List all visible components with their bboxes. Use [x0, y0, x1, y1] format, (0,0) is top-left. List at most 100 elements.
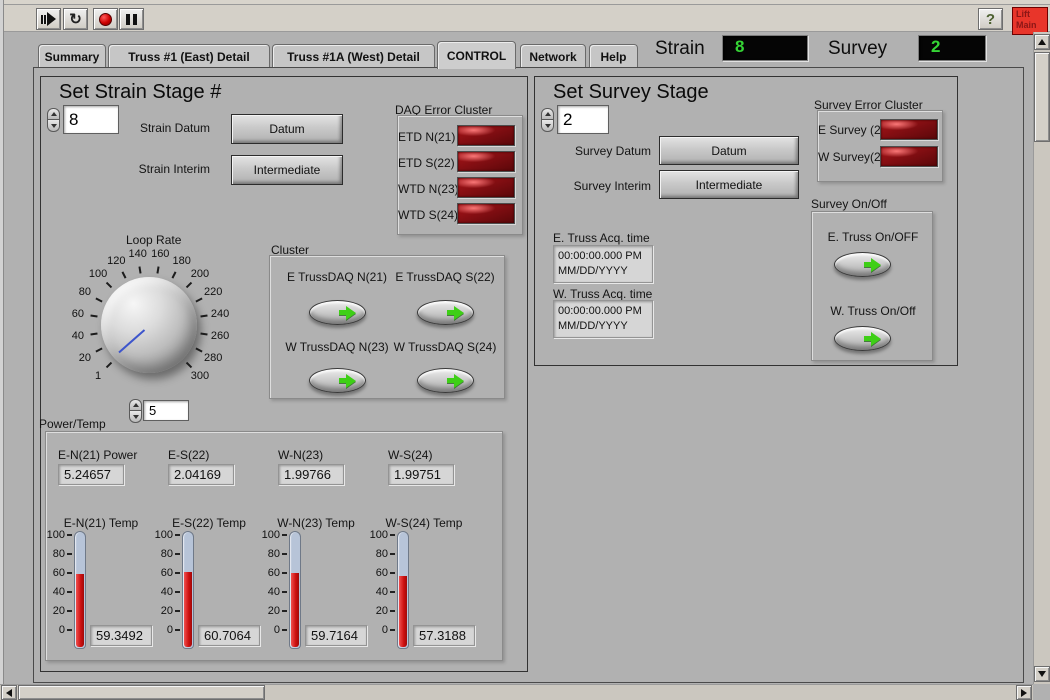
- scroll-down-button[interactable]: [1034, 666, 1050, 682]
- power-temp-title: Power/Temp: [39, 417, 106, 431]
- abort-button[interactable]: [93, 8, 118, 30]
- knob-scale-label: 140: [129, 248, 147, 260]
- thermometer-scale-tick: 0: [274, 624, 287, 636]
- knob-tick-mark: [201, 315, 208, 318]
- survey-panel-title: Set Survey Stage: [553, 81, 709, 104]
- w-truss-acq-time-label: W. Truss Acq. time: [553, 287, 652, 301]
- thermometer-scale-tick: 0: [167, 624, 180, 636]
- strain-interim-button[interactable]: Intermediate: [231, 155, 343, 185]
- power-value: 1.99766: [284, 467, 331, 482]
- scroll-up-button[interactable]: [1034, 34, 1050, 50]
- survey-onoff-title: Survey On/Off: [811, 197, 887, 211]
- green-arrow-icon: [447, 306, 464, 320]
- e-trussdaq-s22-button[interactable]: [417, 300, 474, 325]
- knob-scale-label: 60: [72, 308, 84, 320]
- knob-tick-mark: [121, 272, 126, 279]
- etd-s22-led: [457, 151, 515, 172]
- etd-n21-led: [457, 125, 515, 146]
- tab-truss1-east-detail[interactable]: Truss #1 (East) Detail: [108, 44, 270, 68]
- survey-stage-spinner[interactable]: [541, 108, 554, 132]
- power-display-wn23: 1.99766: [278, 464, 344, 485]
- knob-scale-label: 1: [95, 370, 101, 382]
- temp-display-en21: 59.3492: [90, 625, 152, 646]
- green-arrow-icon: [339, 306, 356, 320]
- survey-stage-value: 2: [563, 110, 572, 130]
- tab-label: Truss #1A (West) Detail: [287, 50, 420, 64]
- knob-scale-label: 180: [172, 255, 190, 267]
- tab-label: Truss #1 (East) Detail: [128, 50, 249, 64]
- scroll-right-button[interactable]: [1016, 685, 1032, 700]
- w-truss-onoff-button[interactable]: [834, 326, 891, 351]
- vertical-scrollbar[interactable]: [1033, 32, 1050, 684]
- e-trussdaq-n21-button[interactable]: [309, 300, 366, 325]
- vertical-scroll-thumb[interactable]: [1034, 52, 1050, 142]
- acq-time-value: 00:00:00.000 PM: [558, 249, 652, 264]
- survey-datum-button[interactable]: Datum: [659, 136, 799, 165]
- horizontal-scrollbar[interactable]: [0, 684, 1033, 700]
- pause-icon: [126, 14, 137, 25]
- survey-lcd-value: 2: [931, 37, 940, 56]
- acq-time-value: 00:00:00.000 PM: [558, 304, 652, 319]
- strain-datum-button[interactable]: Datum: [231, 114, 343, 144]
- survey-stage-input[interactable]: 2: [557, 105, 609, 134]
- run-button[interactable]: [36, 8, 61, 30]
- strain-stage-input[interactable]: 8: [63, 105, 119, 134]
- thermometer-scale-tick: 0: [382, 624, 395, 636]
- w-trussdaq-s24-button[interactable]: [417, 368, 474, 393]
- tab-network[interactable]: Network: [520, 44, 586, 68]
- strain-indicator-label: Strain: [655, 38, 705, 60]
- tab-summary[interactable]: Summary: [38, 44, 106, 68]
- power-temp-box: E-N(21) Power 5.24657 E-S(22) 2.04169 W-…: [45, 431, 503, 661]
- e-truss-onoff-button[interactable]: [834, 252, 891, 277]
- scroll-left-button[interactable]: [1, 685, 17, 700]
- horizontal-scroll-thumb[interactable]: [18, 685, 265, 700]
- knob-scale-label: 200: [191, 268, 209, 280]
- e-truss-acq-time-display: 00:00:00.000 PM MM/DD/YYYY: [553, 245, 653, 283]
- cluster-box: E TrussDAQ N(21) E TrussDAQ S(22) W Trus…: [269, 255, 505, 399]
- thermometer-fill: [399, 576, 407, 647]
- survey-datum-label: Survey Datum: [563, 144, 651, 158]
- thermometer-scale-tick: 60: [268, 567, 287, 579]
- thermometer-scale-tick: 60: [161, 567, 180, 579]
- tab-control[interactable]: CONTROL: [437, 41, 516, 69]
- thermometer-tube: [289, 531, 301, 649]
- daq-error-label: WTD S(24): [398, 208, 452, 222]
- thermometer-scale-tick: 40: [53, 586, 72, 598]
- thermometer-wn23: W-N(23) Temp 100806040200 59.7164: [261, 516, 371, 662]
- labview-front-panel: ↻ ? Lift Main Summary Truss #1 (East) De…: [0, 0, 1050, 700]
- w-trussdaq-n23-button[interactable]: [309, 368, 366, 393]
- thermometer-scale-tick: 80: [268, 548, 287, 560]
- thermometer-scale-tick: 80: [161, 548, 180, 560]
- up-arrow-icon: [1038, 39, 1046, 45]
- thermometer-fill: [291, 573, 299, 647]
- loop-rate-input[interactable]: 5: [143, 400, 189, 421]
- thermometer-scale-tick: 20: [376, 605, 395, 617]
- loop-rate-spinner[interactable]: [129, 399, 142, 423]
- strain-stage-spinner[interactable]: [47, 108, 60, 132]
- survey-interim-button[interactable]: Intermediate: [659, 170, 799, 199]
- knob-scale-label: 120: [107, 255, 125, 267]
- window-left-edge: [0, 0, 4, 700]
- e-survey-26-led: [880, 119, 938, 140]
- loop-rate-knob[interactable]: 1204060801001201401601802002202402602803…: [67, 245, 231, 407]
- tab-truss1a-west-detail[interactable]: Truss #1A (West) Detail: [272, 44, 435, 68]
- power-display-ws24: 1.99751: [388, 464, 454, 485]
- knob-scale-label: 80: [79, 286, 91, 298]
- knob-tick-mark: [139, 266, 142, 273]
- knob-ball[interactable]: [101, 277, 197, 373]
- survey-indicator-label: Survey: [828, 38, 887, 60]
- thermometer-tube: [182, 531, 194, 649]
- tab-label: CONTROL: [447, 49, 506, 63]
- context-help-button[interactable]: ?: [978, 8, 1003, 30]
- thermometer-label: W-S(24) Temp: [369, 516, 479, 530]
- thermometer-scale: 100806040200: [261, 535, 287, 631]
- tab-help[interactable]: Help: [589, 44, 638, 68]
- cluster-button-label: E TrussDAQ N(21): [282, 270, 392, 284]
- toolbar: ↻ ? Lift Main: [4, 5, 1050, 32]
- cluster-button-label: W TrussDAQ S(24): [390, 340, 500, 354]
- continuous-run-button[interactable]: ↻: [63, 8, 88, 30]
- temp-display-es22: 60.7064: [198, 625, 260, 646]
- knob-scale-label: 20: [79, 352, 91, 364]
- knob-tick-mark: [90, 332, 97, 335]
- pause-button[interactable]: [119, 8, 144, 30]
